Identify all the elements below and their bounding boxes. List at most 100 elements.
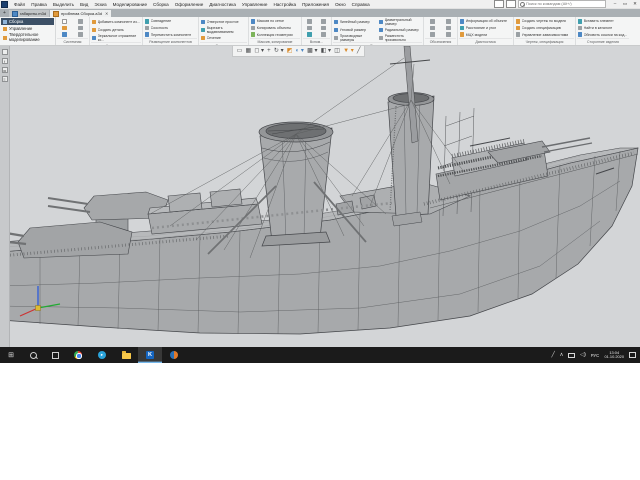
set-tab-solid-modeling[interactable]: Твердотельное моделирование: [1, 32, 54, 43]
set-tab-assembly[interactable]: Сборка: [1, 18, 54, 25]
hidden-icons-chevron[interactable]: ∧: [557, 352, 566, 358]
menu-file[interactable]: Файл: [11, 2, 28, 7]
group-caption[interactable]: Компоненты: [91, 42, 141, 45]
group-caption[interactable]: Размещение компонентов: [144, 38, 197, 45]
menu-modeling[interactable]: Моделирование: [110, 2, 150, 7]
linear-dimension-button[interactable]: Линейный размер: [333, 18, 377, 26]
section-button[interactable]: Сечение: [200, 34, 247, 42]
pan-icon[interactable]: +: [266, 46, 273, 56]
orientation-cube-icon[interactable]: ◧ ▾: [319, 46, 333, 56]
distance-angle-button[interactable]: Расстояние и угол: [459, 25, 512, 32]
clipboard-icon[interactable]: [78, 26, 83, 31]
menu-help[interactable]: Справка: [349, 2, 373, 7]
taskbar-app-chrome[interactable]: [66, 347, 90, 363]
taskbar-clock[interactable]: 13:04 01.10.2020: [602, 351, 627, 360]
note-icon[interactable]: [446, 32, 451, 37]
create-specification-button[interactable]: Создать спецификацию: [515, 25, 574, 32]
display-style-icon[interactable]: ◐ ▾: [294, 46, 306, 56]
undo-icon[interactable]: [78, 32, 83, 37]
group-caption[interactable]: Чертеж, спецификация: [515, 38, 574, 45]
object-filter-icon[interactable]: ▼ ▾: [342, 46, 356, 56]
rotate-orbit-icon[interactable]: ↻ ▾: [272, 46, 285, 56]
taskbar-app-explorer[interactable]: [114, 347, 138, 363]
snap-settings-icon[interactable]: ▦: [244, 46, 253, 56]
menu-edit[interactable]: Правка: [28, 2, 50, 7]
battleship-3d-model[interactable]: [0, 46, 640, 347]
menu-diagnostics[interactable]: Диагностика: [206, 2, 239, 7]
volume-icon[interactable]: ◁): [578, 352, 589, 358]
copy-objects-button[interactable]: Копировать объекты: [250, 25, 300, 32]
radial-dimension-button[interactable]: Радиальный размер: [378, 26, 422, 34]
layout-icon[interactable]: [494, 0, 504, 8]
cut-extrude-button[interactable]: Вырезать выдавливанием: [200, 26, 247, 34]
open-document-icon[interactable]: [62, 26, 67, 31]
menu-select[interactable]: Выделить: [50, 2, 77, 7]
arrange-dimensions-button[interactable]: Разместить произвольно: [378, 34, 422, 42]
menu-view[interactable]: Вид: [77, 2, 91, 7]
group-caption[interactable]: Сторонние изделия: [577, 38, 629, 45]
control-point-icon[interactable]: [321, 26, 326, 31]
tolerance-icon[interactable]: [446, 26, 451, 31]
axis-icon[interactable]: [307, 26, 312, 31]
coaxial-button[interactable]: Соосность: [144, 25, 197, 32]
parameters-fx-icon[interactable]: f: [2, 58, 8, 64]
mass-properties-button[interactable]: МЦХ модели: [459, 31, 512, 38]
spiral-icon[interactable]: [321, 32, 326, 37]
taskbar-search-button[interactable]: [22, 347, 44, 363]
manage-links-button[interactable]: Управление зависимостями: [515, 31, 574, 38]
menu-assembly[interactable]: Сборка: [150, 2, 172, 7]
design-tree-icon[interactable]: ≔: [2, 67, 8, 73]
point-icon[interactable]: [307, 19, 312, 24]
group-caption[interactable]: Вспом...: [303, 38, 330, 45]
layers-list-icon[interactable]: ≡: [2, 76, 8, 82]
network-icon[interactable]: [568, 353, 575, 358]
local-csys-icon[interactable]: [321, 19, 326, 24]
tab-close-icon[interactable]: ✕: [105, 11, 108, 16]
update-links-button[interactable]: Обновить ссылки на код...: [577, 31, 629, 38]
create-drawing-button[interactable]: Создать чертеж по модели: [515, 18, 574, 25]
geometry-collection-button[interactable]: Коллекция геометрии: [250, 31, 300, 38]
command-search-input[interactable]: [525, 2, 603, 6]
language-indicator[interactable]: РУС: [588, 353, 601, 358]
grid-pattern-button[interactable]: Массив по сетке: [250, 18, 300, 25]
new-tab-button[interactable]: +: [0, 10, 9, 17]
pen-icon[interactable]: ╱: [549, 352, 557, 358]
group-caption[interactable]: Размеры: [333, 42, 422, 45]
zoom-area-icon[interactable]: ◻ ▾: [253, 46, 266, 56]
add-component-button[interactable]: Добавить компонент из...: [91, 18, 141, 26]
marking-icon[interactable]: [446, 19, 451, 24]
insert-element-button[interactable]: Вставить элемент: [577, 18, 629, 25]
coincidence-button[interactable]: Совпадение: [144, 18, 197, 25]
section-view-icon[interactable]: ◫: [333, 46, 342, 56]
group-caption[interactable]: Обозначения: [425, 38, 456, 45]
simple-hole-button[interactable]: Отверстие простое: [200, 18, 247, 26]
menu-management[interactable]: Управление: [239, 2, 271, 7]
create-part-button[interactable]: Создать деталь: [91, 26, 141, 34]
group-caption[interactable]: Системная: [57, 38, 88, 45]
clipboard-panel-icon[interactable]: [2, 49, 8, 55]
group-caption[interactable]: Операции: [200, 42, 247, 45]
new-document-icon[interactable]: [62, 19, 67, 24]
start-button[interactable]: ⊞: [0, 347, 22, 363]
measure-pencil-icon[interactable]: ╱: [355, 46, 362, 56]
menu-applications[interactable]: Приложения: [299, 2, 332, 7]
menu-annotation[interactable]: Оформление: [172, 2, 207, 7]
mirror-components-button[interactable]: Зеркальное отражение ко...: [91, 34, 141, 42]
object-info-button[interactable]: Информация об объекте: [459, 18, 512, 25]
group-caption[interactable]: Диагностика: [459, 38, 512, 45]
minimize-button[interactable]: –: [610, 0, 620, 8]
taskbar-app-telegram[interactable]: ▸: [90, 347, 114, 363]
selection-frame-icon[interactable]: ▭: [235, 46, 244, 56]
refresh-image-icon[interactable]: ◩: [285, 46, 294, 56]
app-logo-icon[interactable]: [1, 1, 8, 8]
save-document-icon[interactable]: [62, 32, 67, 37]
diametral-dimension-button[interactable]: Диаметральный размер: [378, 18, 422, 26]
task-view-button[interactable]: [44, 347, 66, 363]
set-tab-management[interactable]: Управление: [1, 25, 54, 32]
screens-icon[interactable]: [506, 0, 516, 8]
model-viewport[interactable]: f ≔ ≡ ▭ ▦ ◻ ▾ + ↻ ▾ ◩ ◐ ▾ ▩ ▾ ◧ ▾ ◫ ▼ ▾ …: [0, 46, 640, 347]
menu-window[interactable]: Окно: [332, 2, 349, 7]
angular-dimension-button[interactable]: Угловой размер: [333, 26, 377, 34]
menu-sketch[interactable]: Эскиз: [91, 2, 109, 7]
leader-icon[interactable]: [430, 32, 435, 37]
